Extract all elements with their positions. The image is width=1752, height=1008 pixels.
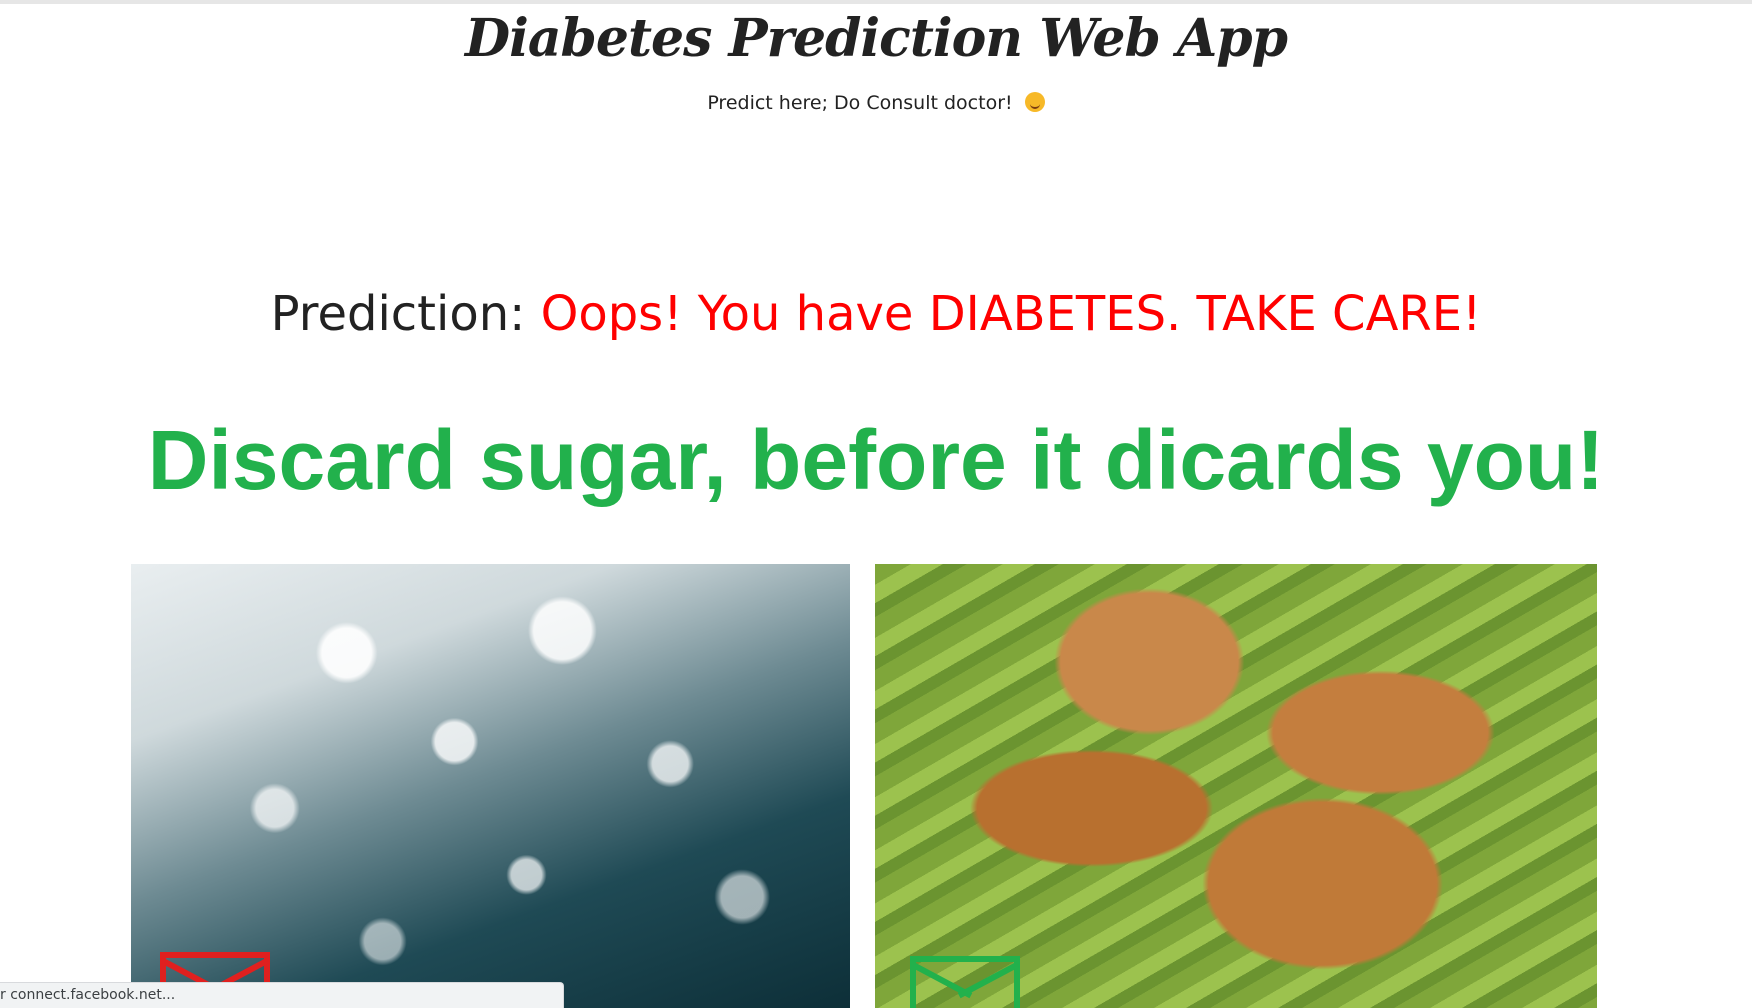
prediction-result: Oops! You have DIABETES. TAKE CARE! — [540, 286, 1482, 342]
jaggery-image — [875, 564, 1597, 1008]
green-check-mark-icon — [910, 956, 1020, 1008]
subtitle-text: Predict here; Do Consult doctor! — [707, 92, 1013, 114]
smiling-face-icon — [1024, 92, 1045, 112]
browser-top-border — [0, 0, 1752, 4]
app-title: Diabetes Prediction Web App — [465, 8, 1288, 69]
prediction-label: Prediction: — [270, 286, 526, 342]
page: Diabetes Prediction Web App Predict here… — [0, 0, 1752, 1008]
subtitle: Predict here; Do Consult doctor! — [0, 92, 1752, 114]
sugar-image — [131, 564, 850, 1008]
prediction-line: Prediction: Oops! You have DIABETES. TAK… — [0, 286, 1752, 342]
advice-banner: Discard sugar, before it dicards you! — [147, 413, 1605, 507]
browser-status-bar: r connect.facebook.net... — [0, 982, 564, 1008]
